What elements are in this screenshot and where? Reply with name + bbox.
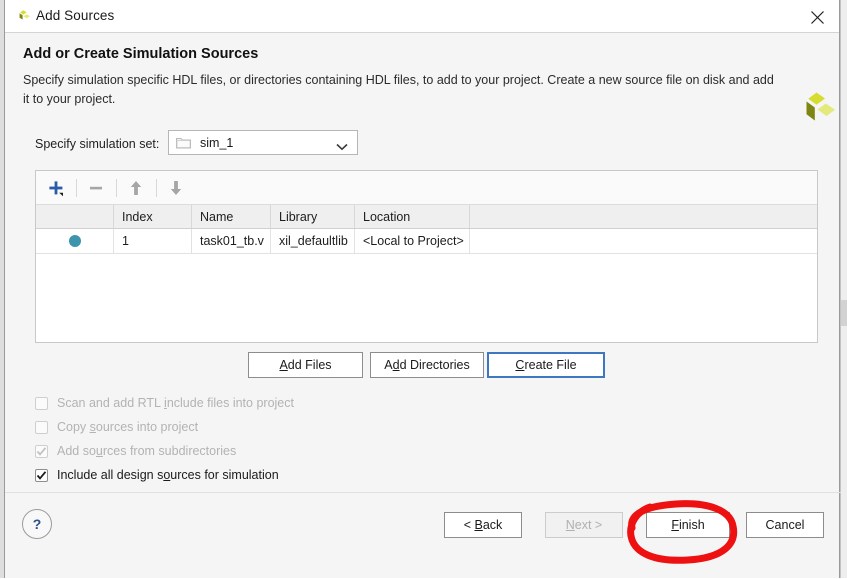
option-add-subdirectories[interactable]: Add sources from subdirectories <box>35 440 236 462</box>
row-location-cell: <Local to Project> <box>355 229 470 253</box>
sources-table: Index Name Library Location 1 task01_tb.… <box>36 205 817 254</box>
add-files-button[interactable]: Add Files <box>248 352 363 378</box>
sources-toolbar <box>36 171 817 205</box>
column-header-name[interactable]: Name <box>192 205 271 228</box>
folder-icon <box>176 136 191 149</box>
background-right-rail <box>840 0 847 578</box>
column-header-library[interactable]: Library <box>271 205 355 228</box>
toolbar-separator-1 <box>76 179 77 197</box>
checkbox-unchecked-icon <box>35 421 48 434</box>
checkbox-unchecked-icon <box>35 397 48 410</box>
arrow-up-icon <box>122 175 150 201</box>
dialog-header: Add or Create Simulation Sources Specify… <box>5 33 839 130</box>
simulation-set-value: sim_1 <box>200 136 233 150</box>
arrow-down-icon <box>162 175 190 201</box>
background-scrollbar-thumb[interactable] <box>841 300 847 326</box>
option-scan-rtl-include[interactable]: Scan and add RTL include files into proj… <box>35 392 294 414</box>
column-header-status[interactable] <box>36 205 114 228</box>
finish-button[interactable]: Finish <box>646 512 730 538</box>
simulation-set-row: Specify simulation set: sim_1 <box>5 130 841 160</box>
xilinx-logo-icon <box>15 9 31 25</box>
option-label: Add sources from subdirectories <box>57 444 236 458</box>
checkbox-checked-icon <box>35 469 48 482</box>
option-copy-sources[interactable]: Copy sources into project <box>35 416 198 438</box>
option-label: Copy sources into project <box>57 420 198 434</box>
option-label: Scan and add RTL include files into proj… <box>57 396 294 410</box>
option-include-design-sources[interactable]: Include all design sources for simulatio… <box>35 464 279 486</box>
footer-separator <box>5 492 841 493</box>
status-dot-icon <box>69 235 81 247</box>
column-header-index[interactable]: Index <box>114 205 192 228</box>
close-icon[interactable] <box>801 4 833 30</box>
page-title: Add or Create Simulation Sources <box>23 46 258 62</box>
back-button[interactable]: < Back <box>444 512 522 538</box>
minus-icon <box>82 175 110 201</box>
next-button: Next > <box>545 512 623 538</box>
row-library-cell: xil_defaultlib <box>271 229 355 253</box>
table-header-row: Index Name Library Location <box>36 205 817 229</box>
option-label: Include all design sources for simulatio… <box>57 468 279 482</box>
toolbar-separator-3 <box>156 179 157 197</box>
dialog-title: Add Sources <box>36 8 114 23</box>
add-sources-dialog: Add Sources Add or Create Simulation Sou… <box>4 0 840 578</box>
add-directories-button[interactable]: Add Directories <box>370 352 484 378</box>
checkbox-checked-icon <box>35 445 48 458</box>
row-status-cell <box>36 229 114 253</box>
column-header-location[interactable]: Location <box>355 205 470 228</box>
chevron-down-icon <box>336 138 348 156</box>
dialog-titlebar: Add Sources <box>5 0 839 33</box>
table-row[interactable]: 1 task01_tb.v xil_defaultlib <Local to P… <box>36 229 817 254</box>
xilinx-logo-icon <box>795 90 837 132</box>
simulation-set-dropdown[interactable]: sim_1 <box>168 130 358 155</box>
toolbar-separator-2 <box>116 179 117 197</box>
help-button[interactable]: ? <box>22 509 52 539</box>
create-file-button[interactable]: Create File <box>487 352 605 378</box>
row-index-cell: 1 <box>114 229 192 253</box>
plus-icon[interactable] <box>42 175 70 201</box>
row-name-cell: task01_tb.v <box>192 229 271 253</box>
page-description: Specify simulation specific HDL files, o… <box>23 71 783 109</box>
simulation-set-label: Specify simulation set: <box>35 137 159 151</box>
sources-panel: Index Name Library Location 1 task01_tb.… <box>35 170 818 343</box>
cancel-button[interactable]: Cancel <box>746 512 824 538</box>
